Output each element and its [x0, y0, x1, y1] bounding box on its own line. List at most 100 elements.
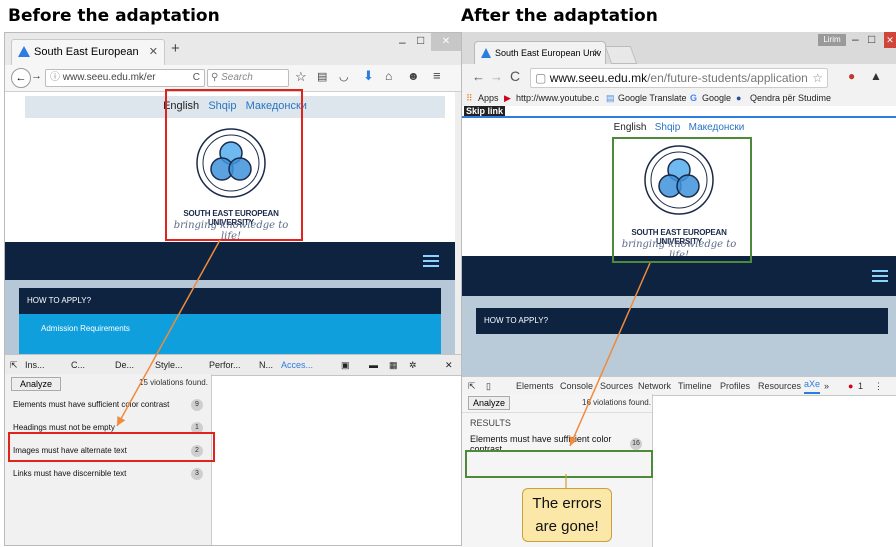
- violations-summary: 15 violations found.: [139, 378, 208, 387]
- devtool-tab-console[interactable]: Console: [560, 377, 593, 395]
- reload-icon[interactable]: C: [510, 68, 520, 84]
- bookmarks-bar: ⠿ Apps ▶ http://www.youtube.c ▤ Google T…: [462, 90, 896, 107]
- devtool-tab-debugger[interactable]: De...: [115, 355, 134, 375]
- violation-label[interactable]: Links must have discernible text: [13, 469, 126, 478]
- alt-text-violation-highlight: [8, 432, 215, 462]
- extension-icon-2[interactable]: ▲: [870, 69, 882, 83]
- callout-line-2: are gone!: [535, 518, 599, 535]
- home-icon[interactable]: ⌂: [385, 69, 392, 83]
- bookmark-item[interactable]: Apps: [478, 90, 499, 106]
- more-options-icon[interactable]: ⋮: [874, 377, 883, 395]
- extension-icon[interactable]: ●: [848, 69, 855, 83]
- violation-label[interactable]: Elements must have sufficient color cont…: [13, 400, 169, 409]
- page-icon: ▢: [535, 71, 547, 85]
- devtool-tab-style[interactable]: Style...: [155, 355, 183, 375]
- split-icon[interactable]: ▦: [389, 355, 398, 375]
- url-bar[interactable]: ⓘ www.seeu.edu.mk/er C: [45, 69, 205, 87]
- violation-label[interactable]: Headings must not be empty: [13, 423, 115, 432]
- before-heading: Before the adaptation: [8, 6, 220, 26]
- device-mode-icon[interactable]: ▯: [486, 377, 491, 395]
- chat-icon[interactable]: ☻: [407, 69, 420, 83]
- close-devtools-icon[interactable]: ✕: [445, 355, 453, 375]
- inspector-picker-icon[interactable]: ⇱: [10, 355, 18, 375]
- inspect-element-icon[interactable]: ⇱: [468, 377, 476, 395]
- browser-tab[interactable]: South East European Univ... ✕: [11, 39, 165, 82]
- callout-line-1: The errors: [532, 495, 602, 512]
- tab-close-icon[interactable]: ✕: [592, 42, 600, 64]
- how-to-apply-item[interactable]: HOW TO APPLY?: [19, 288, 441, 314]
- devtool-tab-network[interactable]: N...: [259, 355, 273, 375]
- lang-english-link[interactable]: English: [614, 122, 647, 133]
- lang-albanian-link[interactable]: Shqip: [655, 122, 681, 133]
- title-bar: South East European Univ... ✕ + – □ ✕: [5, 33, 461, 82]
- site-header-bar: [5, 242, 455, 280]
- more-tabs-icon[interactable]: »: [824, 377, 829, 395]
- violation-count: 3: [191, 468, 203, 480]
- menu-icon[interactable]: ≡: [433, 68, 441, 83]
- reload-icon[interactable]: C: [193, 70, 200, 86]
- devtool-tab-inspector[interactable]: Ins...: [25, 355, 45, 375]
- tab-close-icon[interactable]: ✕: [149, 40, 158, 64]
- new-tab-button[interactable]: +: [171, 40, 180, 57]
- admission-requirements-item[interactable]: Admission Requirements: [19, 314, 441, 354]
- devtool-tab-elements[interactable]: Elements: [516, 377, 554, 395]
- page-scrollbar[interactable]: [455, 92, 461, 354]
- maximize-button[interactable]: □: [417, 33, 424, 47]
- skip-link[interactable]: Skip link: [464, 106, 506, 116]
- bookmark-star-icon[interactable]: ☆: [812, 69, 823, 87]
- search-bar[interactable]: ⚲ Search: [207, 69, 289, 87]
- maximize-button[interactable]: □: [868, 32, 875, 46]
- hamburger-menu-icon[interactable]: [872, 270, 888, 282]
- minimize-button[interactable]: –: [399, 35, 406, 49]
- devtool-tab-axe[interactable]: aXe: [804, 377, 821, 394]
- forward-icon[interactable]: →: [31, 70, 42, 82]
- devtool-tab-network[interactable]: Network: [638, 377, 671, 395]
- hamburger-menu-icon[interactable]: [423, 255, 439, 267]
- lang-macedonian-link[interactable]: Македонски: [689, 122, 745, 133]
- bookmark-star-icon[interactable]: ☆: [295, 69, 307, 85]
- bookmark-item[interactable]: Google Translate: [618, 90, 687, 106]
- devtool-tab-sources[interactable]: Sources: [600, 377, 633, 395]
- download-icon[interactable]: ⬇: [363, 68, 374, 84]
- devtool-tab-timeline[interactable]: Timeline: [678, 377, 712, 395]
- close-window-button[interactable]: ✕: [884, 32, 896, 48]
- url-bar[interactable]: ▢ www.seeu.edu.mk/en/future-students/app…: [530, 68, 828, 88]
- reading-list-icon[interactable]: ▤: [317, 70, 327, 83]
- pocket-icon[interactable]: ◡: [339, 70, 349, 83]
- user-chip[interactable]: Lirim: [818, 34, 846, 46]
- devtool-tab-resources[interactable]: Resources: [758, 377, 801, 395]
- logo-highlight-green: [612, 137, 752, 263]
- error-icon: ●: [848, 381, 854, 391]
- back-icon[interactable]: ←: [11, 68, 31, 88]
- devtool-tab-profiles[interactable]: Profiles: [720, 377, 750, 395]
- violation-count: 9: [191, 399, 203, 411]
- logo-highlight-red: [165, 89, 303, 241]
- close-window-button[interactable]: ✕: [431, 33, 461, 51]
- after-heading: After the adaptation: [461, 6, 658, 26]
- translate-icon: ▤: [606, 93, 615, 103]
- analyze-button[interactable]: Analyze: [468, 396, 510, 410]
- search-icon: ⚲: [211, 72, 219, 83]
- apply-menu: HOW TO APPLY? Admission Requirements: [19, 288, 441, 354]
- resolved-violation-highlight: [465, 450, 653, 478]
- bookmark-item[interactable]: http://www.youtube.c: [516, 90, 599, 106]
- new-tab-button[interactable]: [604, 46, 638, 64]
- search-placeholder: Search: [221, 72, 253, 83]
- devtool-tab-console[interactable]: C...: [71, 355, 85, 375]
- layout-icon[interactable]: ▬: [369, 355, 378, 375]
- devtool-tab-performance[interactable]: Perfor...: [209, 355, 241, 375]
- dock-icon[interactable]: ▣: [341, 355, 350, 375]
- devtool-tab-accessibility[interactable]: Acces...: [281, 355, 313, 375]
- browser-tab[interactable]: South East European Univ ✕: [474, 41, 606, 65]
- analyze-button[interactable]: Analyze: [11, 377, 61, 391]
- bookmark-item[interactable]: Qendra për Studime: [750, 90, 831, 106]
- bookmark-item[interactable]: Google: [702, 90, 731, 106]
- settings-gear-icon[interactable]: ✲: [409, 355, 417, 375]
- results-header: RESULTS: [470, 418, 511, 428]
- minimize-button[interactable]: –: [852, 32, 859, 46]
- apps-icon[interactable]: ⠿: [466, 90, 473, 106]
- url-host: www.seeu.edu.mk: [549, 71, 648, 85]
- how-to-apply-item[interactable]: HOW TO APPLY?: [476, 308, 888, 334]
- forward-icon[interactable]: →: [490, 69, 503, 84]
- back-icon[interactable]: ←: [472, 69, 485, 84]
